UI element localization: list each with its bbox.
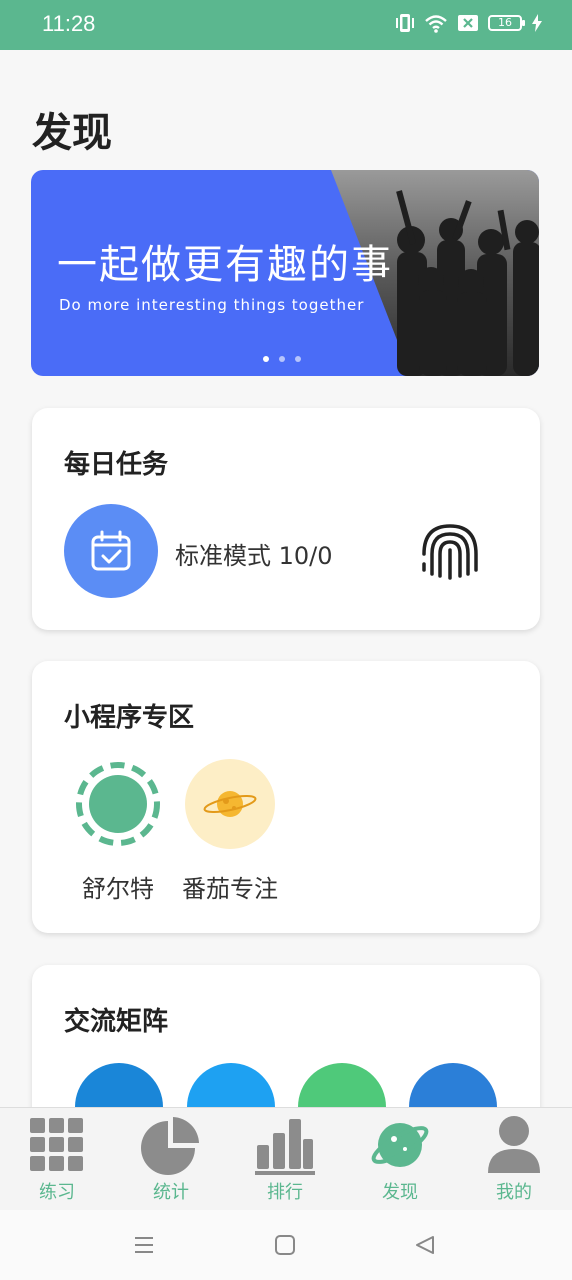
planet-glyph — [203, 791, 257, 817]
bottom-nav: 练习 统计 排行 发现 我的 — [0, 1107, 572, 1210]
grid-glyph — [30, 1118, 83, 1171]
community-title: 交流矩阵 — [64, 1007, 169, 1037]
schulte-icon — [73, 759, 163, 849]
page-title: 发现 — [32, 110, 112, 156]
nav-label: 统计 — [153, 1182, 189, 1203]
user-glyph — [488, 1116, 540, 1173]
user-icon — [484, 1114, 544, 1176]
nav-label: 排行 — [267, 1182, 303, 1203]
menu-icon[interactable] — [133, 1234, 155, 1256]
mini-program-schulte[interactable]: 舒尔特 — [63, 759, 173, 904]
back-icon[interactable] — [414, 1234, 436, 1256]
schulte-glyph — [76, 762, 160, 846]
daily-task-card: 每日任务 标准模式 10/0 — [32, 408, 540, 630]
mini-program-tomato[interactable]: 番茄专注 — [175, 759, 285, 904]
grid-icon — [27, 1114, 87, 1176]
charging-icon — [532, 14, 542, 32]
banner-headline: 一起做更有趣的事 — [57, 242, 393, 288]
banner-carousel[interactable]: 一起做更有趣的事 Do more interesting things toge… — [31, 170, 539, 376]
banner-dot[interactable] — [295, 356, 301, 362]
system-nav-bar — [0, 1210, 572, 1280]
status-time: 11:28 — [42, 11, 96, 36]
banner-subline: Do more interesting things together — [59, 296, 365, 314]
bar-chart-icon — [255, 1114, 315, 1176]
pie-glyph — [141, 1117, 199, 1175]
sim-off-icon — [458, 15, 478, 31]
wifi-icon — [425, 15, 447, 33]
nav-label: 练习 — [39, 1182, 75, 1203]
mini-program-title: 小程序专区 — [64, 703, 195, 733]
nav-label: 发现 — [382, 1182, 418, 1203]
daily-task-title: 每日任务 — [64, 450, 169, 480]
calendar-check-glyph — [91, 530, 131, 571]
planet-icon — [370, 1114, 430, 1176]
nav-label: 我的 — [496, 1182, 532, 1203]
planet-icon — [185, 759, 275, 849]
nav-item-practice[interactable]: 练习 — [12, 1114, 102, 1204]
pie-chart-icon — [141, 1114, 201, 1176]
vibrate-icon — [396, 14, 414, 32]
bar-glyph — [255, 1119, 315, 1175]
banner-dots — [263, 356, 301, 362]
task-mode-text: 标准模式 10/0 — [175, 542, 333, 570]
home-icon[interactable] — [274, 1234, 296, 1256]
mini-program-card: 小程序专区 舒尔特 番茄专注 — [32, 661, 540, 933]
mini-program-label: 番茄专注 — [182, 875, 278, 903]
status-icons: 16 — [396, 12, 542, 34]
mini-program-label: 舒尔特 — [82, 875, 154, 903]
nav-item-stats[interactable]: 统计 — [126, 1114, 216, 1204]
planet-nav-glyph — [371, 1123, 429, 1167]
banner-dot[interactable] — [263, 356, 269, 362]
nav-item-profile[interactable]: 我的 — [469, 1114, 559, 1204]
fingerprint-icon[interactable] — [418, 518, 482, 582]
banner-dot[interactable] — [279, 356, 285, 362]
calendar-check-icon[interactable] — [64, 504, 158, 598]
nav-item-ranking[interactable]: 排行 — [240, 1114, 330, 1204]
status-bar: 11:28 16 — [0, 0, 572, 50]
battery-icon: 16 — [488, 15, 525, 31]
nav-item-discover[interactable]: 发现 — [355, 1114, 445, 1204]
